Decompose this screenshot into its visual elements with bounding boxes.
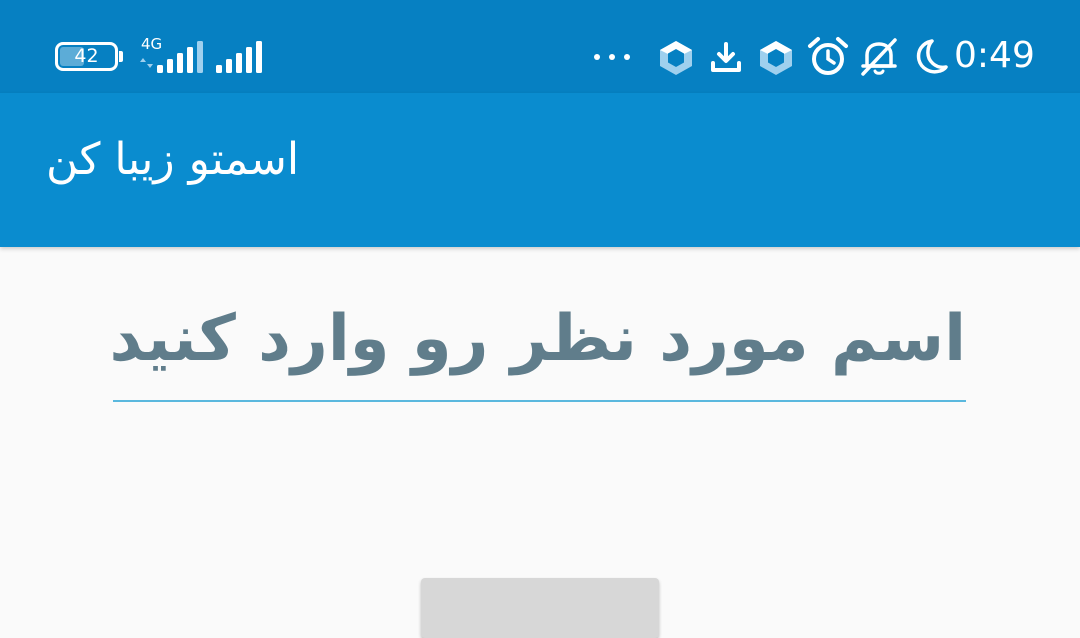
alarm-icon — [808, 37, 848, 75]
signal-icon — [140, 41, 203, 73]
signal-icon — [216, 41, 262, 73]
notifications-off-icon — [861, 38, 897, 76]
submit-button[interactable] — [421, 578, 659, 638]
name-input[interactable] — [113, 292, 966, 402]
app-notification-icon — [660, 41, 692, 75]
app-bar: اسمتو زیبا کن — [0, 93, 1080, 247]
battery-level: 42 — [74, 45, 99, 67]
name-input-container — [113, 292, 966, 402]
battery-terminal — [119, 51, 123, 62]
battery-icon: 42 — [55, 42, 118, 71]
app-title: اسمتو زیبا کن — [46, 134, 300, 185]
status-time: 0:49 — [954, 35, 1035, 76]
download-icon — [711, 42, 741, 72]
more-notifications-icon — [594, 54, 630, 60]
app-notification-icon — [760, 41, 792, 75]
do-not-disturb-moon-icon — [916, 39, 948, 74]
status-bar: 42 4G 0:49 — [0, 0, 1080, 93]
